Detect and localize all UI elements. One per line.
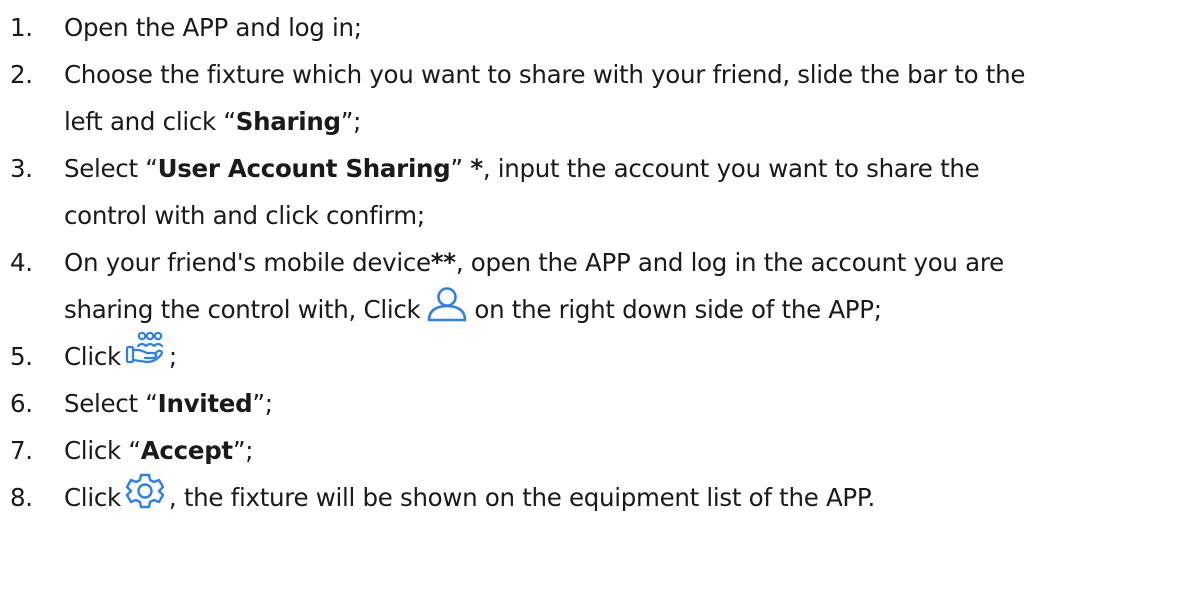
bold-text: Accept xyxy=(140,436,233,465)
step-line: Click “Accept”; xyxy=(64,427,1189,474)
step-number: 4. xyxy=(10,248,33,277)
step-text: Select “ xyxy=(64,389,158,418)
step-number: 6. xyxy=(10,389,33,418)
step-text: Click “ xyxy=(64,436,141,465)
step-line: On your friend's mobile device**, open t… xyxy=(64,239,1189,286)
step-line: left and click “Sharing”; xyxy=(64,98,1189,145)
step-7: 7. Click “Accept”; xyxy=(0,427,1189,474)
step-text: Select “ xyxy=(64,154,158,183)
step-line: Select “User Account Sharing” *, input t… xyxy=(64,145,1189,192)
step-text: ”; xyxy=(232,436,254,465)
step-number: 3. xyxy=(10,154,33,183)
step-2: 2. Choose the fixture which you want to s… xyxy=(0,51,1189,145)
bold-text: ** xyxy=(430,248,456,277)
step-line: Select “Invited”; xyxy=(64,380,1189,427)
bold-text: Sharing xyxy=(235,107,341,136)
step-6: 6. Select “Invited”; xyxy=(0,380,1189,427)
person-icon xyxy=(426,287,468,323)
step-text: Click xyxy=(64,342,121,371)
step-8: 8. Click , the fixture will be shown on th… xyxy=(0,472,1189,521)
step-text: , the fixture will be shown on the equip… xyxy=(168,483,876,512)
step-text: ” xyxy=(450,154,471,183)
step-number: 7. xyxy=(10,436,33,465)
step-text: On your friend's mobile device xyxy=(64,248,431,277)
step-text: Open the APP and log in; xyxy=(64,13,362,42)
step-text: left and click “ xyxy=(64,107,236,136)
bold-text: User Account Sharing xyxy=(157,154,451,183)
step-line: Click , the fixture will be shown on the … xyxy=(64,472,1189,521)
step-text: sharing the control with, Click xyxy=(64,295,421,324)
step-text: ”; xyxy=(252,389,273,418)
step-text: , input the account you want to share th… xyxy=(482,154,980,183)
step-text: ; xyxy=(168,342,177,371)
bold-text: * xyxy=(470,154,483,183)
step-line: Open the APP and log in; xyxy=(64,4,1189,51)
step-number: 8. xyxy=(10,483,33,512)
step-number: 1. xyxy=(10,13,33,42)
step-text: , open the APP and log in the account yo… xyxy=(455,248,1004,277)
step-line: sharing the control with, Click on the ri… xyxy=(64,286,1189,333)
step-4: 4. On your friend's mobile device**, open… xyxy=(0,239,1189,333)
step-line: Click; xyxy=(64,331,1189,380)
share-icon xyxy=(125,331,165,365)
step-number: 5. xyxy=(10,342,33,371)
step-number: 2. xyxy=(10,60,33,89)
step-text: control with and click confirm; xyxy=(64,201,425,230)
step-5: 5. Click; xyxy=(0,331,1189,380)
step-text: Click xyxy=(64,483,121,512)
step-3: 3. Select “User Account Sharing” *, input… xyxy=(0,145,1189,239)
instruction-steps: 1. Open the APP and log in; 2. Choose the f… xyxy=(0,0,1189,521)
bold-text: Invited xyxy=(157,389,253,418)
step-line: control with and click confirm; xyxy=(64,192,1189,239)
step-text: on the right down side of the APP; xyxy=(474,295,882,324)
step-line: Choose the fixture which you want to sha… xyxy=(64,51,1189,98)
step-text: Choose the fixture which you want to sha… xyxy=(64,60,1026,89)
step-1: 1. Open the APP and log in; xyxy=(0,4,1189,51)
gear-icon xyxy=(125,472,165,510)
step-text: ”; xyxy=(340,107,362,136)
